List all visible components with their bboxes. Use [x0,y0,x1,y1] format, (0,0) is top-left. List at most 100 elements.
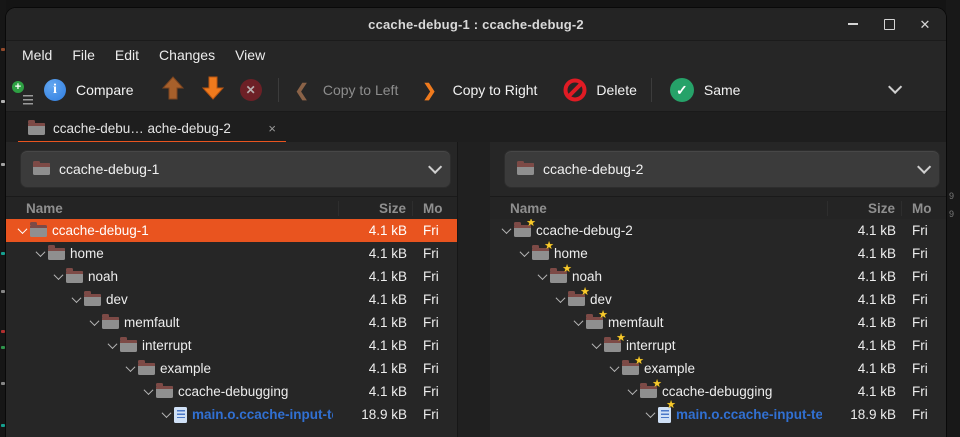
tree-row[interactable]: ★ ccache-debug-1 4.1 kB Fri [6,219,457,242]
new-emblem-icon: ★ [544,241,554,252]
tree-row[interactable]: ★ dev 4.1 kB Fri [6,288,457,311]
column-header-size[interactable]: Size [827,201,901,216]
tree-row[interactable]: ★ home 4.1 kB Fri [490,242,946,265]
expander-icon[interactable] [86,319,102,326]
window-controls: ✕ [842,8,936,40]
tree-row[interactable]: ★ main.o.ccache-input-text 18.9 kB Fri [6,403,457,426]
compare-button[interactable]: i Compare [44,79,134,101]
row-size: 4.1 kB [333,292,413,307]
row-name: interrupt [142,338,333,353]
left-folder-chooser[interactable]: ccache-debug-1 [20,150,451,188]
menu-meld[interactable]: Meld [12,44,62,66]
minimize-button[interactable] [842,13,864,35]
expander-icon[interactable] [624,388,640,395]
previous-change-button[interactable] [162,76,184,105]
row-modified: Fri [902,269,946,284]
expander-icon[interactable] [104,342,120,349]
column-header-modified[interactable]: Mo [901,201,946,216]
maximize-button[interactable] [878,13,900,35]
row-modified: Fri [413,407,457,422]
close-button[interactable]: ✕ [914,13,936,35]
pane-gutter [457,142,492,437]
row-name: example [644,361,822,376]
expander-icon[interactable] [642,411,658,418]
expander-icon[interactable] [498,227,514,234]
column-header-name[interactable]: Name [490,201,827,216]
row-name: memfault [124,315,333,330]
row-size: 4.1 kB [822,246,902,261]
row-size: 4.1 kB [333,315,413,330]
file-icon [174,407,187,423]
info-icon: i [44,79,66,101]
copy-to-left-button[interactable]: ❮ Copy to Left [295,82,399,99]
tree-row[interactable]: ★ example 4.1 kB Fri [490,357,946,380]
expander-icon[interactable] [68,296,84,303]
tree-row[interactable]: ★ ccache-debug-2 4.1 kB Fri [490,219,946,242]
tree-row[interactable]: ★ main.o.ccache-input-text 18.9 kB Fri [490,403,946,426]
toolbar-overflow-button[interactable] [888,81,898,99]
menu-file[interactable]: File [62,44,105,66]
expander-icon[interactable] [14,227,30,234]
expander-icon[interactable] [606,365,622,372]
new-emblem-icon: ★ [598,310,608,321]
background-artifact: 9 [949,210,954,219]
folder-icon [120,340,137,352]
compare-label: Compare [76,82,134,98]
arrow-up-icon [162,76,184,100]
menu-edit[interactable]: Edit [105,44,149,66]
expander-icon[interactable] [588,342,604,349]
expander-icon[interactable] [158,411,174,418]
row-size: 18.9 kB [333,407,413,422]
row-size: 4.1 kB [333,246,413,261]
left-pane: ccache-debug-1 Name Size Mo ★ ccache-deb… [6,142,457,437]
same-filter-toggle[interactable]: ✓ Same [670,78,741,102]
folder-icon [66,271,83,283]
expander-icon[interactable] [122,365,138,372]
column-header-size[interactable]: Size [338,201,412,216]
row-modified: Fri [902,292,946,307]
tab-close-icon[interactable]: × [268,121,276,136]
tree-row[interactable]: ★ home 4.1 kB Fri [6,242,457,265]
tree-row[interactable]: ★ example 4.1 kB Fri [6,357,457,380]
menu-view[interactable]: View [225,44,275,66]
expander-icon[interactable] [552,296,568,303]
next-change-button[interactable] [202,76,224,105]
expander-icon[interactable] [516,250,532,257]
menu-changes[interactable]: Changes [149,44,225,66]
row-modified: Fri [413,223,457,238]
folder-icon [30,225,47,237]
menubar: Meld File Edit Changes View [6,41,946,69]
right-folder-chooser[interactable]: ccache-debug-2 [504,150,940,188]
folder-icon [138,363,155,375]
tree-row[interactable]: ★ ccache-debugging 4.1 kB Fri [6,380,457,403]
row-modified: Fri [902,384,946,399]
expander-icon[interactable] [534,273,550,280]
tree-row[interactable]: ★ memfault 4.1 kB Fri [490,311,946,334]
stop-button[interactable]: ✕ [240,79,262,101]
background-artifact: 9 [949,192,954,201]
folder-icon [517,163,534,175]
expander-icon[interactable] [570,319,586,326]
copy-to-right-button[interactable]: ❯ Copy to Right [422,82,537,99]
row-modified: Fri [413,269,457,284]
column-header-name[interactable]: Name [6,201,338,216]
expander-icon[interactable] [32,250,48,257]
row-name: noah [572,269,822,284]
tree-row[interactable]: ★ memfault 4.1 kB Fri [6,311,457,334]
tree-row[interactable]: ★ ccache-debugging 4.1 kB Fri [490,380,946,403]
tree-row[interactable]: ★ dev 4.1 kB Fri [490,288,946,311]
tree-row[interactable]: ★ noah 4.1 kB Fri [6,265,457,288]
row-size: 4.1 kB [822,223,902,238]
tab-ccache-debug[interactable]: ccache-debu… ache-debug-2 × [18,113,286,144]
delete-button[interactable]: Delete [563,78,636,102]
expander-icon[interactable] [50,273,66,280]
background-artifact [1,330,5,333]
tree-row[interactable]: ★ interrupt 4.1 kB Fri [6,334,457,357]
expander-icon[interactable] [140,388,156,395]
tree-row[interactable]: ★ interrupt 4.1 kB Fri [490,334,946,357]
row-size: 4.1 kB [822,315,902,330]
tree-row[interactable]: ★ noah 4.1 kB Fri [490,265,946,288]
copy-to-right-label: Copy to Right [453,82,538,98]
column-header-modified[interactable]: Mo [412,201,457,216]
row-modified: Fri [902,407,946,422]
